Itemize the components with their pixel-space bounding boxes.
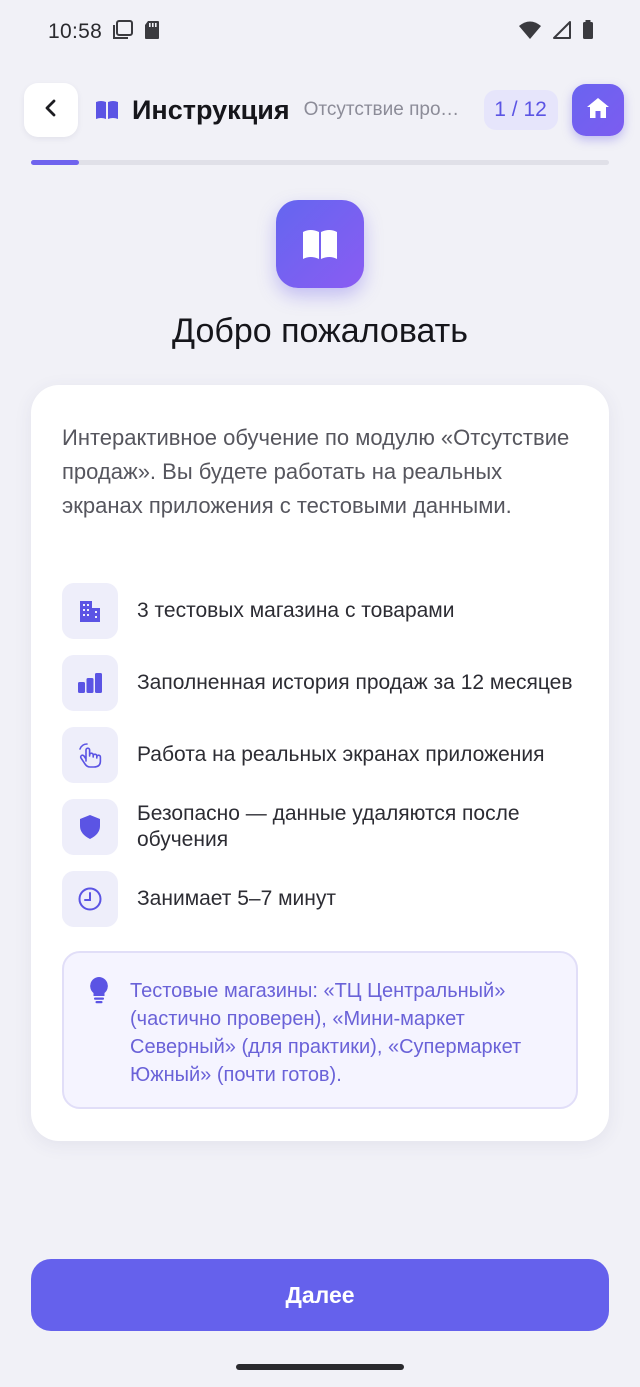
- feature-item: Занимает 5–7 минут: [62, 871, 582, 927]
- hand-tap-icon: [62, 727, 118, 783]
- status-bar: 10:58: [0, 0, 640, 64]
- info-card: Интерактивное обучение по модулю «Отсутс…: [31, 385, 609, 1141]
- test-stores-tip: Тестовые магазины: «ТЦ Центральный» (час…: [62, 951, 578, 1109]
- feature-item: 3 тестовых магазина с товарами: [62, 583, 582, 639]
- clock-icon: [62, 871, 118, 927]
- progress-bar: [31, 160, 609, 165]
- feature-text: Занимает 5–7 минут: [137, 887, 336, 910]
- feature-text: Работа на реальных экранах приложения: [137, 743, 545, 766]
- top-app-bar: Инструкция Отсутствие продаж 1 / 12: [24, 82, 624, 138]
- wifi-icon: [518, 20, 542, 45]
- battery-icon: [582, 19, 594, 45]
- status-right: [518, 19, 594, 45]
- buildings-icon: [62, 583, 118, 639]
- sd-card-icon: [144, 20, 160, 45]
- feature-item: Заполненная история продаж за 12 месяцев: [62, 655, 582, 711]
- feature-text: 3 тестовых магазина с товарами: [137, 599, 455, 622]
- signal-icon: [552, 20, 572, 45]
- back-button[interactable]: [24, 83, 78, 137]
- welcome-title: Добро пожаловать: [172, 312, 468, 350]
- status-time: 10:58: [48, 20, 103, 43]
- next-button[interactable]: Далее: [31, 1259, 609, 1331]
- bar-chart-icon: [62, 655, 118, 711]
- home-icon: [585, 96, 611, 125]
- intro-text: Интерактивное обучение по модулю «Отсутс…: [62, 425, 570, 518]
- lightbulb-icon: [87, 975, 111, 1010]
- gesture-navigation-bar[interactable]: [236, 1364, 404, 1370]
- shield-icon: [62, 799, 118, 855]
- status-left: 10:58: [48, 19, 160, 45]
- page-title: Инструкция: [132, 94, 290, 125]
- feature-item: Работа на реальных экранах приложения: [62, 727, 582, 783]
- step-counter-badge: 1 / 12: [483, 90, 558, 130]
- feature-text: Безопасно — данные удаляются после обуче…: [137, 802, 520, 851]
- tip-text: Тестовые магазины: «ТЦ Центральный» (час…: [130, 980, 522, 1086]
- progress-fill: [31, 160, 80, 165]
- book-icon: [94, 99, 120, 121]
- feature-text: Заполненная история продаж за 12 месяцев: [137, 671, 573, 694]
- home-button[interactable]: [571, 84, 624, 136]
- feature-item: Безопасно — данные удаляются после обуче…: [62, 799, 582, 855]
- chevron-left-icon: [41, 98, 61, 123]
- screenshot-icon: [112, 19, 134, 45]
- page-subtitle: Отсутствие продаж: [303, 99, 468, 120]
- hero-book-icon: [276, 200, 364, 288]
